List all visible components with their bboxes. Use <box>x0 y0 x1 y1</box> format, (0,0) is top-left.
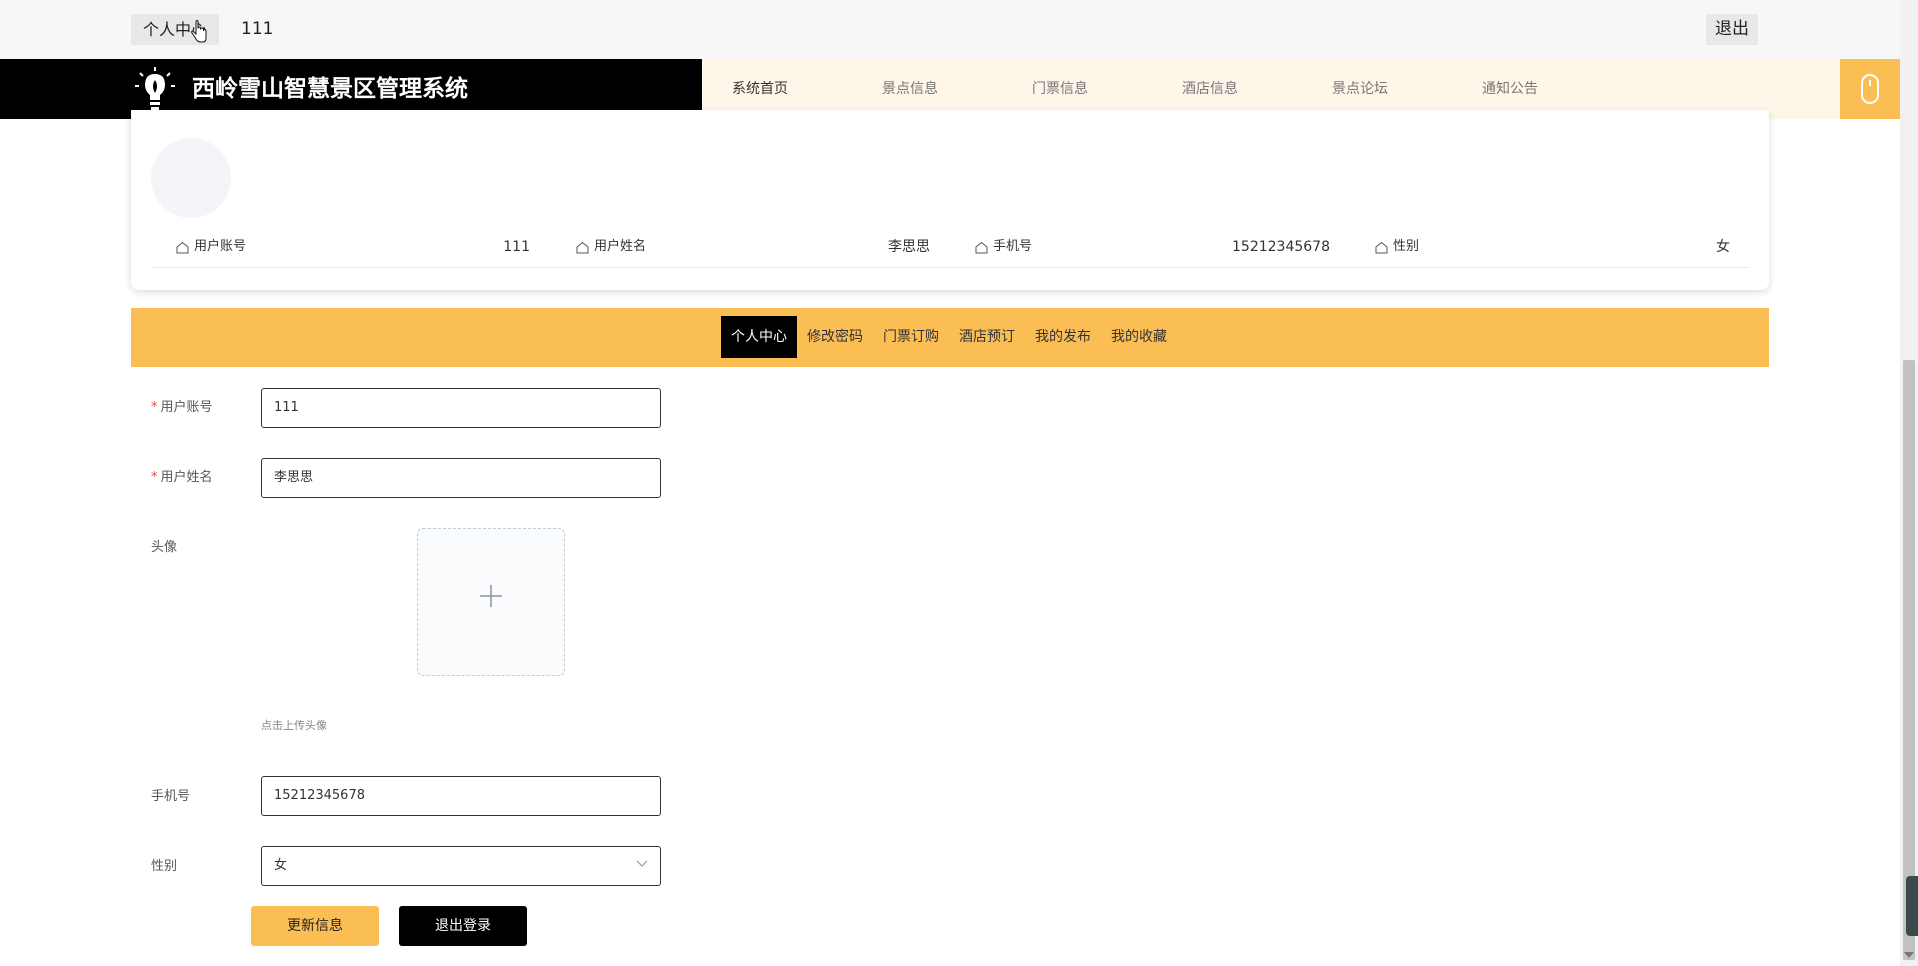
profile-account-label: 用户账号 <box>176 232 246 262</box>
mouse-icon <box>1861 74 1879 104</box>
home-icon <box>975 241 988 253</box>
tab-change-password[interactable]: 修改密码 <box>797 316 873 358</box>
plus-icon <box>480 585 502 607</box>
profile-phone-label: 手机号 <box>975 232 1032 262</box>
avatar-field-label: 头像 <box>151 540 178 555</box>
account-field-label: * 用户账号 <box>151 398 213 418</box>
profile-gender-label: 性别 <box>1375 232 1419 262</box>
tab-my-favorites[interactable]: 我的收藏 <box>1101 316 1177 358</box>
required-mark: * <box>151 470 158 485</box>
profile-phone-label-text: 手机号 <box>993 239 1033 254</box>
scroll-mouse-button[interactable] <box>1840 59 1900 119</box>
update-info-button[interactable]: 更新信息 <box>251 906 379 946</box>
chevron-down-icon <box>636 860 648 867</box>
phone-input[interactable]: 15212345678 <box>261 776 661 816</box>
top-logout-button[interactable]: 退出 <box>1706 14 1758 45</box>
profile-name-label-text: 用户姓名 <box>594 239 647 254</box>
top-bar <box>0 0 1900 59</box>
account-field-label-text: 用户账号 <box>160 400 213 415</box>
required-mark: * <box>151 400 158 415</box>
name-input[interactable]: 李思思 <box>261 458 661 498</box>
scroll-down-arrow-icon[interactable] <box>1904 952 1914 958</box>
profile-gender-value: 女 <box>1716 239 1730 255</box>
side-widget-tab[interactable] <box>1906 876 1918 936</box>
home-icon <box>1375 241 1388 253</box>
gender-field-label: 性别 <box>151 859 178 874</box>
account-input[interactable]: 111 <box>261 388 661 428</box>
scrollbar-thumb[interactable] <box>1903 360 1915 960</box>
home-icon <box>576 241 589 253</box>
profile-name-value: 李思思 <box>888 239 930 255</box>
avatar-upload-hint: 点击上传头像 <box>261 719 327 732</box>
home-icon <box>176 241 189 253</box>
profile-account-value: 111 <box>503 239 530 255</box>
name-field-label: * 用户姓名 <box>151 468 213 488</box>
phone-field-label: 手机号 <box>151 789 191 804</box>
profile-phone-value: 15212345678 <box>1232 239 1330 255</box>
tab-ticket-orders[interactable]: 门票订购 <box>873 316 949 358</box>
tab-user-center[interactable]: 个人中心 <box>721 316 797 358</box>
logout-button[interactable]: 退出登录 <box>399 906 527 946</box>
tab-my-posts[interactable]: 我的发布 <box>1025 316 1101 358</box>
profile-account-label-text: 用户账号 <box>194 239 247 254</box>
avatar <box>151 138 231 218</box>
name-field-label-text: 用户姓名 <box>160 470 213 485</box>
profile-name-label: 用户姓名 <box>576 232 646 262</box>
profile-info-row <box>151 232 1749 268</box>
profile-gender-label-text: 性别 <box>1393 239 1420 254</box>
hand-cursor-icon <box>190 20 207 43</box>
top-account-name: 111 <box>241 19 274 39</box>
lightbulb-logo-icon <box>135 67 175 110</box>
gender-select[interactable]: 女 <box>261 846 661 886</box>
tab-hotel-bookings[interactable]: 酒店预订 <box>949 316 1025 358</box>
